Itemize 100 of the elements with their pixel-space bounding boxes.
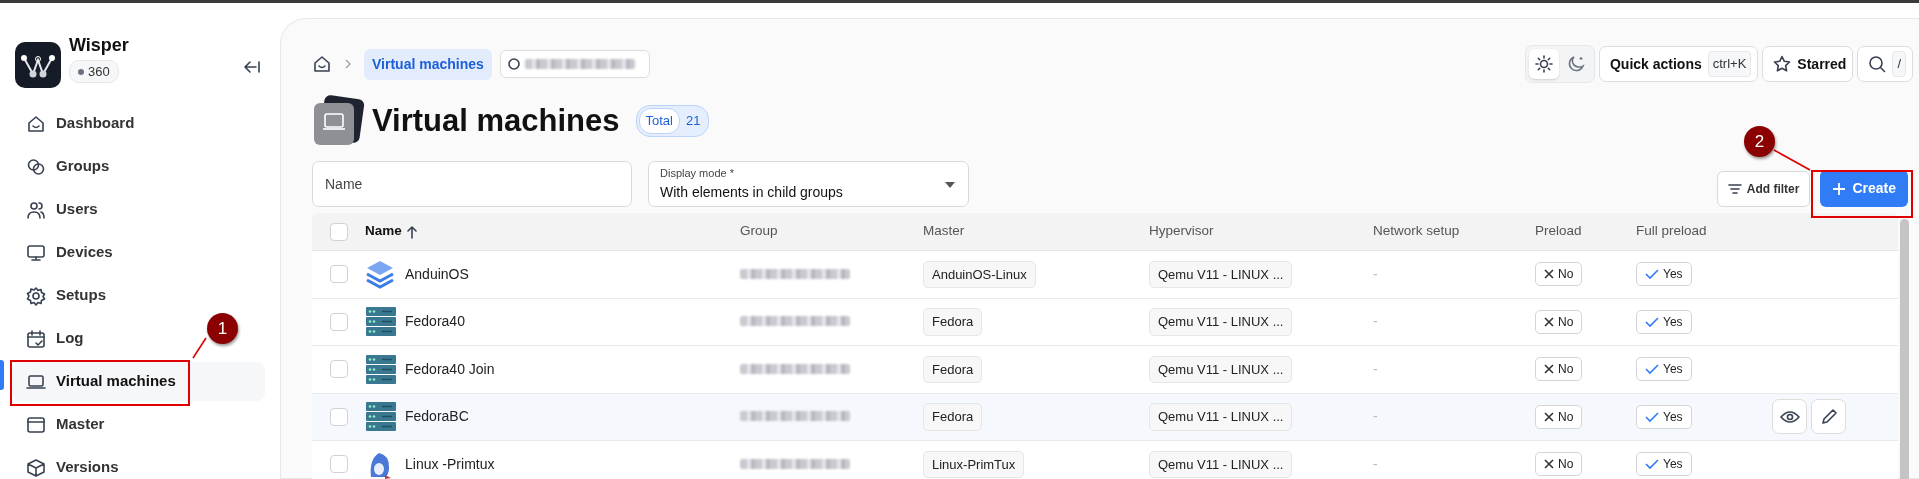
check-icon xyxy=(1645,268,1659,281)
vm-name: Fedora40 xyxy=(405,312,465,332)
moon-icon xyxy=(1566,55,1585,73)
app-name: Wisper xyxy=(69,36,129,56)
sidebar-item[interactable]: Groups xyxy=(12,147,124,186)
settings-icon xyxy=(26,285,46,306)
breadcrumb-item[interactable]: Virtual machines xyxy=(364,48,492,80)
pencil-icon xyxy=(1819,407,1838,426)
status-pill: No xyxy=(1535,404,1583,429)
monitor-icon xyxy=(26,242,46,263)
users-icon xyxy=(26,199,46,220)
sidebar-item[interactable]: Versions xyxy=(12,448,133,479)
select-all-checkbox[interactable] xyxy=(330,222,348,241)
app-logo xyxy=(15,42,61,88)
sidebar-item[interactable]: Master xyxy=(12,405,119,444)
check-icon xyxy=(1645,363,1659,376)
page-title: Virtual machines xyxy=(372,102,620,140)
theme-switch[interactable] xyxy=(1524,45,1595,83)
sidebar-item[interactable]: Setups xyxy=(12,276,120,315)
add-filter-button[interactable]: Add filter xyxy=(1716,171,1811,207)
table-cell-text: - xyxy=(1373,312,1379,332)
eye-icon xyxy=(1779,409,1800,424)
sidebar-item[interactable]: Virtual machines xyxy=(12,362,265,401)
table-row[interactable]: FedoraBC Fedora Qemu V11 - LINUX ... - No Yes xyxy=(312,393,1898,441)
hypervisor-tag: Qemu V11 - LINUX ... xyxy=(1149,355,1293,383)
overlapping-circles-icon xyxy=(26,156,46,177)
star-icon xyxy=(1773,55,1792,73)
status-pill: Yes xyxy=(1636,309,1692,334)
table-row[interactable]: Fedora40 Join Fedora Qemu V11 - LINUX ... - No Yes xyxy=(312,346,1898,394)
column-header[interactable]: Name xyxy=(365,221,740,242)
status-pill: No xyxy=(1535,309,1583,334)
table-row[interactable]: Fedora40 Fedora Qemu V11 - LINUX ... - No Yes xyxy=(312,298,1898,346)
master-tag: Fedora xyxy=(923,403,983,431)
row-checkbox[interactable] xyxy=(330,265,348,284)
sidebar-item[interactable]: Users xyxy=(12,190,112,229)
row-checkbox[interactable] xyxy=(330,312,348,331)
check-icon xyxy=(1645,315,1659,328)
shortcut-key: ctrl+K xyxy=(1707,51,1752,77)
starred-button[interactable]: Starred xyxy=(1762,46,1854,82)
check-icon xyxy=(1645,410,1659,423)
display-mode-select[interactable]: Display mode * With elements in child groups xyxy=(648,161,969,207)
status-pill: Yes xyxy=(1636,404,1692,429)
home-icon xyxy=(26,113,46,134)
name-field[interactable]: Name xyxy=(312,161,632,207)
vm-name: FedoraBC xyxy=(405,407,469,427)
status-pill: No xyxy=(1535,452,1583,477)
home-icon xyxy=(312,54,332,74)
search-button[interactable]: / xyxy=(1857,46,1913,82)
row-checkbox[interactable] xyxy=(330,455,348,474)
table-cell-text: - xyxy=(1373,454,1379,474)
cross-icon xyxy=(1544,459,1554,470)
master-tag: Fedora xyxy=(923,355,983,383)
cross-icon xyxy=(1544,411,1554,422)
hypervisor-tag: Qemu V11 - LINUX ... xyxy=(1149,308,1293,336)
caret-icon xyxy=(944,181,956,189)
sidebar-item[interactable]: Dashboard xyxy=(12,104,149,143)
status-pill: Yes xyxy=(1636,452,1692,477)
table-row[interactable]: Linux -Primtux Linux-PrimTux Qemu V11 - LINUX ... - No Yes xyxy=(312,441,1898,479)
home-link[interactable] xyxy=(312,54,332,74)
sun-icon xyxy=(1534,55,1553,73)
active-indicator xyxy=(0,360,4,390)
table-cell-text: - xyxy=(1373,407,1379,427)
edit-button[interactable] xyxy=(1811,399,1846,435)
check-icon xyxy=(1645,458,1659,471)
sidebar-item[interactable]: Devices xyxy=(12,233,127,272)
hypervisor-tag: Qemu V11 - LINUX ... xyxy=(1149,450,1293,478)
status-pill: No xyxy=(1535,262,1583,287)
vm-name: Linux -Primtux xyxy=(405,454,495,474)
status-pill: Yes xyxy=(1636,357,1692,382)
plus-icon xyxy=(1832,181,1847,196)
server-icon xyxy=(365,353,397,385)
breadcrumb-field[interactable] xyxy=(499,50,650,78)
server-icon xyxy=(365,306,397,338)
master-tag: Fedora xyxy=(923,308,983,336)
column-header: Full preload xyxy=(1636,222,1708,241)
sidebar-item[interactable]: Log xyxy=(12,319,98,358)
cross-icon xyxy=(1544,269,1554,280)
calendar-icon xyxy=(26,328,46,349)
total-badge: Total 21 xyxy=(635,105,710,137)
cross-icon xyxy=(1544,316,1554,327)
status-pill: Yes xyxy=(1636,262,1692,287)
column-header: Preload xyxy=(1535,222,1583,241)
collapse-icon xyxy=(243,60,261,75)
search-icon xyxy=(1868,55,1887,73)
column-header: Hypervisor xyxy=(1149,222,1215,241)
table-row[interactable]: AnduinOS AnduinOS-Linux Qemu V11 - LINUX ... - No Yes xyxy=(312,251,1898,299)
vm-name: AnduinOS xyxy=(405,264,469,284)
light-mode-button[interactable] xyxy=(1528,49,1559,79)
create-button[interactable]: Create xyxy=(1820,170,1908,207)
row-checkbox[interactable] xyxy=(330,360,348,379)
table-cell-text: - xyxy=(1373,359,1379,379)
search-icon xyxy=(506,57,521,71)
view-button[interactable] xyxy=(1772,399,1807,435)
filter-icon xyxy=(1727,183,1742,195)
package-icon xyxy=(26,457,46,478)
scrollbar[interactable] xyxy=(1900,219,1909,479)
row-checkbox[interactable] xyxy=(330,407,348,426)
column-header: Network setup xyxy=(1373,222,1461,241)
quick-actions-button[interactable]: Quick actions ctrl+K xyxy=(1598,46,1759,82)
shortcut-key: / xyxy=(1892,51,1906,77)
